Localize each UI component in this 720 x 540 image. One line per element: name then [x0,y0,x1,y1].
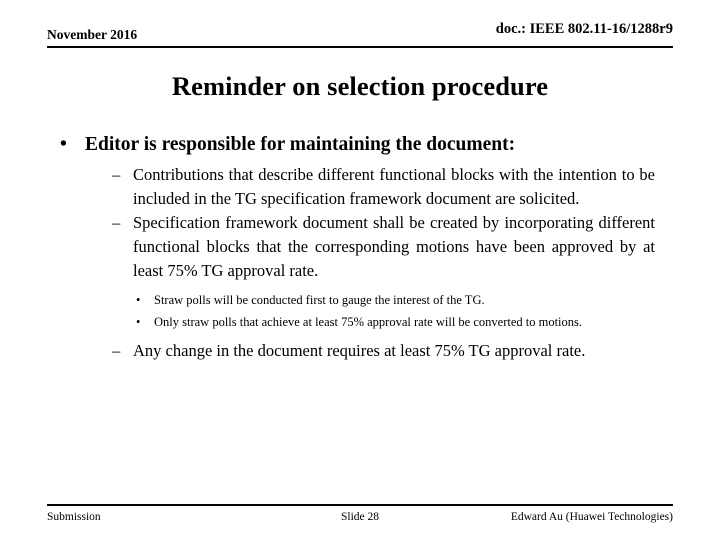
slide-page: { "header": { "date": "November 2016", "… [0,0,720,540]
bullet-level3-text: Only straw polls that achieve at least 7… [154,315,583,329]
footer-divider [47,504,673,506]
bullet-level2-any-change: – Any change in the document requires at… [110,339,655,363]
bullet-level3-approval-rate: • Only straw polls that achieve at least… [132,311,657,333]
bullet-level3-group: • Straw polls will be conducted first to… [132,289,657,333]
page-title: Reminder on selection procedure [171,71,549,101]
bullet-level3-straw-polls: • Straw polls will be conducted first to… [132,289,657,311]
bullet-marker-icon: • [136,315,141,329]
slide-footer: Submission Slide 28 Edward Au (Huawei Te… [47,509,673,527]
dash-marker-icon: – [112,165,121,184]
bullet-marker-icon: • [136,293,141,307]
bullet-level1-text: Editor is responsible for maintaining th… [85,134,516,155]
bullet-level1-editor: • Editor is responsible for maintaining … [47,132,673,157]
bullet-level2-text: Specification framework document shall b… [133,213,655,280]
header-divider [47,46,673,48]
footer-author: Edward Au (Huawei Technologies) [510,511,673,523]
dash-marker-icon: – [112,341,121,360]
header-document-id: doc.: IEEE 802.11-16/1288r9 [495,21,673,37]
slide-header: November 2016 doc.: IEEE 802.11-16/1288r… [47,21,673,48]
bullet-level2-text: Contributions that describe different fu… [133,165,655,208]
slide-body: • Editor is responsible for maintaining … [47,132,673,363]
bullet-level2-contributions: – Contributions that describe different … [110,163,655,211]
bullet-marker-icon: • [60,134,67,155]
bullet-level3-text: Straw polls will be conducted first to g… [154,293,485,307]
header-date: November 2016 [47,27,138,42]
bullet-level2-text: Any change in the document requires at l… [133,341,586,360]
dash-marker-icon: – [112,213,121,232]
bullet-level2-specification-framework: – Specification framework document shall… [110,211,655,283]
